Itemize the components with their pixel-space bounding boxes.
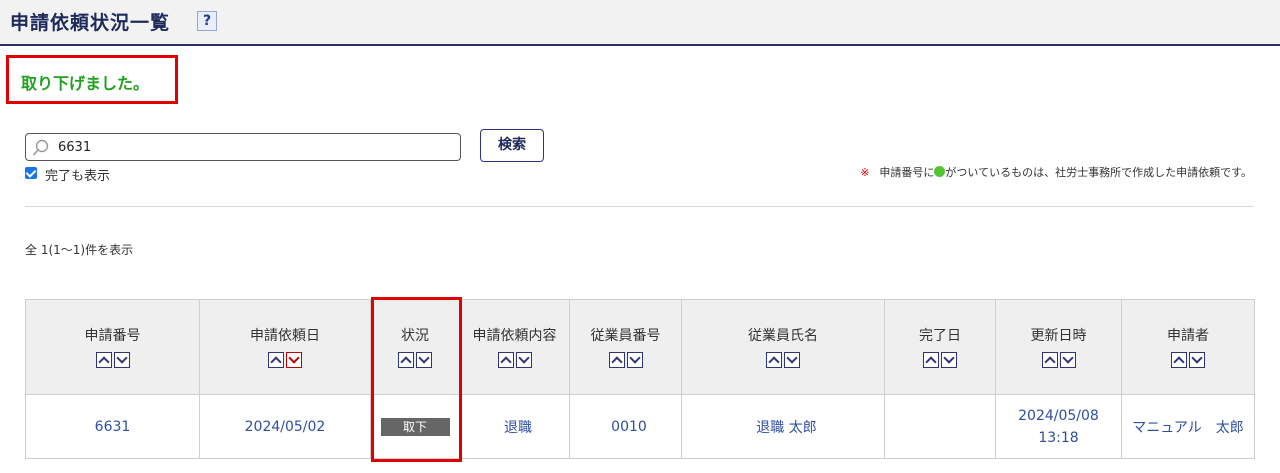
- include-completed-label: 完了も表示: [45, 169, 111, 184]
- request-number-link[interactable]: 6631: [25, 394, 200, 459]
- success-message: 取り下げました。: [21, 74, 150, 93]
- search-box[interactable]: [25, 133, 461, 161]
- sort-desc-icon[interactable]: [626, 352, 643, 368]
- search-icon: [32, 139, 49, 156]
- col-header: 従業員番号: [569, 299, 682, 395]
- note-mark: ※: [860, 166, 870, 179]
- updated-time: 13:18: [1038, 429, 1079, 446]
- col-header: 申請依頼日: [199, 299, 371, 395]
- col-header: 完了日: [884, 299, 996, 395]
- applicant: マニュアル 太郎: [1121, 394, 1255, 459]
- sort-desc-icon[interactable]: [941, 352, 957, 368]
- table-row: 6631 2024/05/02 取下 退職 0010 退職 太郎 2024/05…: [25, 394, 1255, 459]
- status-cell: 取下: [370, 394, 460, 459]
- divider: [25, 206, 1254, 207]
- sort-asc-icon[interactable]: [95, 352, 112, 368]
- sort-desc-icon[interactable]: [515, 352, 532, 368]
- note-text-after: がついているものは、社労士事務所で作成した申請依頼です。: [945, 166, 1252, 179]
- sort-asc-icon[interactable]: [1041, 352, 1058, 368]
- help-icon[interactable]: ?: [197, 11, 217, 31]
- sort-asc-icon[interactable]: [1171, 352, 1187, 368]
- col-header: 従業員氏名: [681, 299, 885, 395]
- col-header: 更新日時: [995, 299, 1122, 395]
- updated-date: 2024/05/08: [1018, 407, 1099, 424]
- sort-desc-icon[interactable]: [1189, 352, 1205, 368]
- employee-name-link[interactable]: 退職 太郎: [681, 394, 885, 459]
- green-dot-icon: [934, 166, 946, 177]
- table-header-row: 申請番号 申請依頼日 状況 申請依頼内容 従業員番号 従業員氏名 完了日 更新日…: [25, 299, 1255, 395]
- sort-desc-icon[interactable]: [784, 352, 800, 368]
- request-content-link[interactable]: 退職: [459, 394, 570, 459]
- sort-desc-icon[interactable]: [416, 352, 432, 368]
- sort-asc-icon[interactable]: [923, 352, 939, 368]
- sort-desc-icon[interactable]: [286, 352, 302, 368]
- sort-asc-icon[interactable]: [497, 352, 514, 368]
- col-header: 状況: [370, 299, 460, 395]
- request-date: 2024/05/02: [199, 394, 371, 459]
- sort-asc-icon[interactable]: [398, 352, 414, 368]
- include-completed-checkbox[interactable]: [25, 167, 37, 179]
- search-input[interactable]: [56, 135, 456, 159]
- sort-asc-icon[interactable]: [766, 352, 782, 368]
- col-header: 申請番号: [25, 299, 200, 395]
- page-header: 申請依頼状況一覧 ?: [0, 0, 1280, 46]
- status-badge: 取下: [380, 417, 450, 436]
- sort-asc-icon[interactable]: [608, 352, 625, 368]
- col-header: 申請依頼内容: [459, 299, 570, 395]
- employee-number: 0010: [569, 394, 682, 459]
- result-count: 全 1(1〜1)件を表示: [25, 243, 134, 257]
- search-button[interactable]: 検索: [480, 129, 544, 162]
- completed-date: [884, 394, 996, 459]
- updated-datetime: 2024/05/08 13:18: [995, 394, 1122, 459]
- sort-desc-icon[interactable]: [113, 352, 130, 368]
- results-table: 申請番号 申請依頼日 状況 申請依頼内容 従業員番号 従業員氏名 完了日 更新日…: [25, 299, 1255, 459]
- page-title: 申請依頼状況一覧: [10, 12, 171, 34]
- note-text-before: 申請番号に: [879, 166, 935, 179]
- col-header: 申請者: [1121, 299, 1255, 395]
- sort-asc-icon[interactable]: [268, 352, 284, 368]
- sort-desc-icon[interactable]: [1059, 352, 1076, 368]
- legend-note: ※ 申請番号に がついているものは、社労士事務所で作成した申請依頼です。: [860, 164, 1252, 180]
- message-box: 取り下げました。: [6, 55, 178, 104]
